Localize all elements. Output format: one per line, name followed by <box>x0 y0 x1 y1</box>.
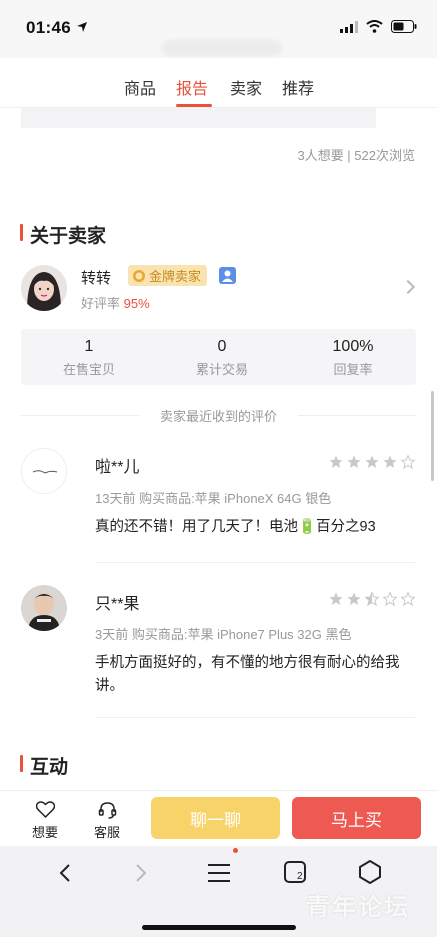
tab-recommend[interactable]: 推荐 <box>282 75 314 99</box>
home-indicator[interactable] <box>142 925 296 930</box>
star-icon <box>347 455 361 468</box>
review-stars <box>329 592 415 606</box>
review-text: 真的还不错！用了几天了！电池🔋百分之93 <box>95 519 376 535</box>
back-icon[interactable] <box>58 863 72 883</box>
stat-label: 累计交易 <box>195 362 248 377</box>
status-bar: 01:46 <box>0 0 437 58</box>
customer-service-button[interactable]: 客服 <box>88 799 128 841</box>
star-half-icon <box>365 592 379 606</box>
positive-rating: 好评率 95% <box>81 293 150 312</box>
seller-section-title: 关于卖家 <box>30 226 107 247</box>
tab-bar: 商品 报告 卖家 推荐 <box>0 58 437 108</box>
want-label: 想要 <box>32 825 59 840</box>
section-accent-bar <box>20 755 23 772</box>
stat-on-sale: 1 在售宝贝 <box>23 338 155 378</box>
menu-icon[interactable] <box>208 863 230 883</box>
stat-label: 在售宝贝 <box>62 362 115 377</box>
divider-line <box>298 415 416 416</box>
blurred-url <box>162 40 282 56</box>
review-meta: 13天前 购买商品:苹果 iPhoneX 64G 银色 <box>95 491 332 506</box>
headset-icon <box>98 802 117 819</box>
star-outline-icon <box>401 455 415 469</box>
chat-button[interactable]: 聊一聊 <box>151 797 280 839</box>
review-meta: 3天前 购买商品:苹果 iPhone7 Plus 32G 黑色 <box>95 627 352 642</box>
star-outline-icon <box>383 592 397 606</box>
stat-number: 0 <box>217 338 227 355</box>
location-arrow-icon <box>77 22 87 32</box>
star-icon <box>383 455 397 468</box>
seller-stats: 1 在售宝贝 0 累计交易 100% 回复率 <box>21 329 416 385</box>
heart-icon <box>36 801 55 818</box>
forward-icon[interactable] <box>134 863 148 883</box>
star-icon <box>347 592 361 605</box>
tab-goods[interactable]: 商品 <box>124 75 156 99</box>
medal-icon <box>133 269 145 282</box>
watermark: 青年论坛 <box>306 894 410 921</box>
stat-reply-rate: 100% 回复率 <box>287 338 419 378</box>
tab-seller[interactable]: 卖家 <box>230 75 262 99</box>
cellular-signal-icon <box>340 20 358 33</box>
previous-section-box <box>21 108 376 128</box>
star-icon <box>329 592 343 605</box>
reviewer-name: 啦**儿 <box>95 459 140 476</box>
main-content[interactable]: 3人想要 | 522次浏览 关于卖家 转转 金牌卖家 好评率 95% 1 在售宝… <box>0 108 437 790</box>
review-separator <box>95 717 415 718</box>
battery-icon <box>391 20 417 33</box>
reviewer-avatar <box>21 585 67 631</box>
stat-number: 1 <box>84 338 94 355</box>
reviewer-avatar <box>21 448 67 494</box>
chevron-right-icon[interactable] <box>400 279 416 295</box>
star-icon <box>329 455 343 468</box>
seller-name[interactable]: 转转 <box>81 267 111 288</box>
bottom-action-bar: 想要 客服 聊一聊 马上买 <box>0 790 437 846</box>
star-outline-icon <box>401 592 415 606</box>
buy-now-button[interactable]: 马上买 <box>292 797 421 839</box>
wifi-icon <box>366 20 383 33</box>
stat-transactions: 0 累计交易 <box>156 338 288 378</box>
review-text: 手机方面挺好的，有不懂的地方很有耐心的给我讲。 <box>95 655 400 694</box>
review-stars <box>329 455 415 469</box>
scrollbar[interactable] <box>431 391 434 481</box>
status-time: 01:46 <box>26 18 71 37</box>
interaction-section-title: 互动 <box>30 757 69 778</box>
section-accent-bar <box>20 224 23 241</box>
tab-report[interactable]: 报告 <box>176 75 208 99</box>
notification-dot <box>233 848 238 853</box>
seller-avatar[interactable] <box>21 265 67 311</box>
want-button[interactable]: 想要 <box>28 799 64 841</box>
verified-id-icon <box>219 267 236 284</box>
want-view-count: 3人想要 | 522次浏览 <box>297 148 415 163</box>
badge-label: 金牌卖家 <box>149 269 202 284</box>
stat-number: 100% <box>332 338 374 355</box>
review-separator <box>95 562 415 563</box>
rating-value: 95% <box>123 296 150 311</box>
star-icon <box>365 455 379 468</box>
rating-label: 好评率 <box>81 296 121 311</box>
active-tab-indicator <box>176 104 212 107</box>
stat-label: 回复率 <box>333 362 373 377</box>
service-label: 客服 <box>94 825 121 840</box>
gold-seller-badge: 金牌卖家 <box>128 265 208 286</box>
svg-text:2: 2 <box>297 871 303 882</box>
reviewer-name: 只**果 <box>95 596 140 613</box>
home-icon[interactable] <box>359 860 381 884</box>
tabs-icon[interactable]: 2 <box>284 861 306 883</box>
